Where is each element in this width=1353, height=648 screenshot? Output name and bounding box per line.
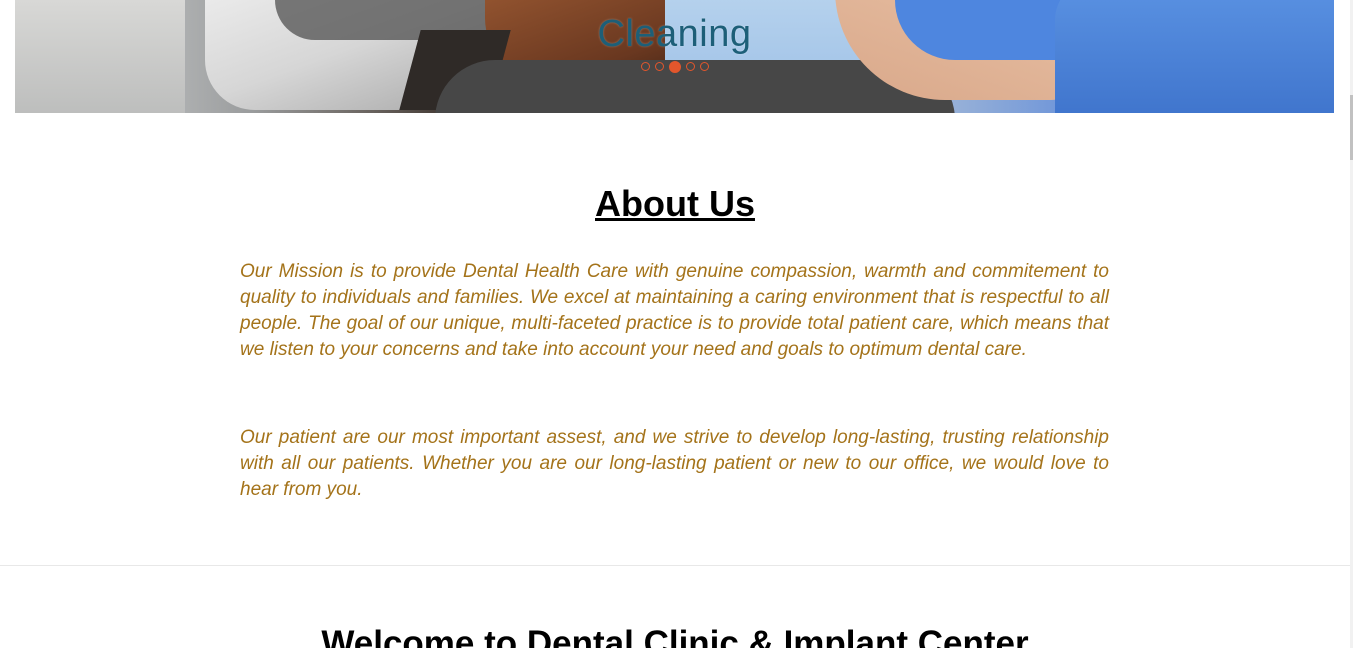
page: Cleaning About Us Our Mission is to prov… <box>0 0 1353 648</box>
mission-paragraph: Our Mission is to provide Dental Health … <box>240 261 1109 360</box>
patients-paragraph: Our patient are our most important asses… <box>240 427 1109 500</box>
slider-dot-4[interactable] <box>685 62 695 71</box>
slider-dot-2[interactable] <box>654 62 664 71</box>
about-us-heading: About Us <box>595 183 755 224</box>
welcome-heading: Welcome to Dental Clinic & Implant Cente… <box>321 624 1029 648</box>
slider-pagination <box>15 60 1334 73</box>
slider-dot-3[interactable] <box>668 60 681 73</box>
section-divider <box>0 565 1350 566</box>
slide-caption: Cleaning <box>597 13 752 55</box>
slider-dot-1[interactable] <box>640 62 650 71</box>
hero-slider[interactable]: Cleaning <box>15 0 1334 113</box>
slider-dot-5[interactable] <box>699 62 709 71</box>
